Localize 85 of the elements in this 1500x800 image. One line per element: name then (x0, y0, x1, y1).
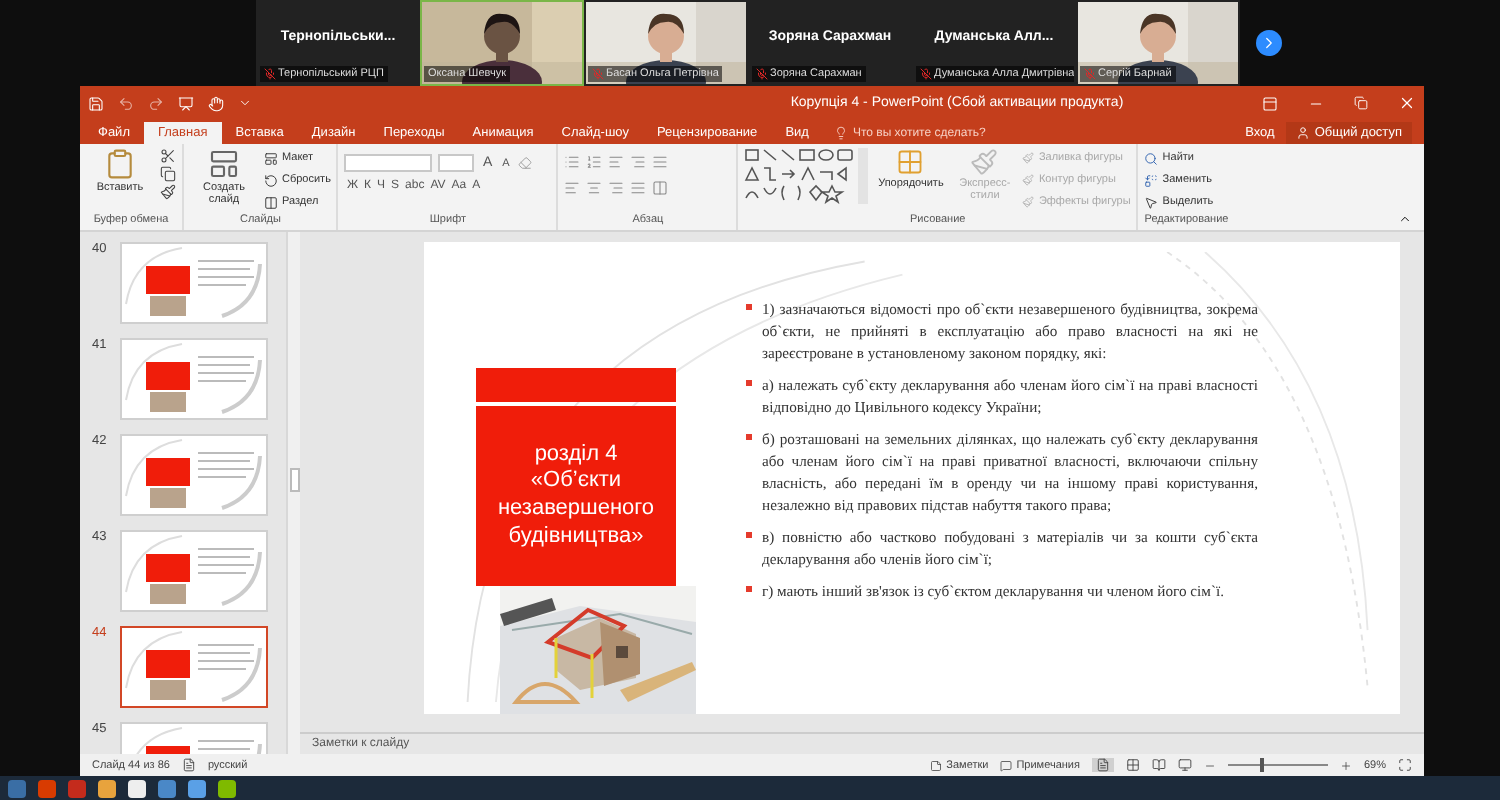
section-icon (264, 195, 278, 209)
copy-icon (160, 166, 176, 182)
presentation-button[interactable] (178, 95, 194, 111)
redo-icon (148, 95, 164, 111)
slide-thumbnail-drawing (122, 532, 264, 608)
reset-icon (264, 173, 278, 187)
fit-icon (1398, 758, 1412, 772)
paintbrush-icon (1022, 152, 1035, 164)
format-painter-button[interactable] (160, 184, 176, 200)
paintbrush-icon (1022, 196, 1035, 208)
redo-button[interactable] (148, 95, 164, 111)
font-size-field[interactable] (438, 154, 475, 172)
indent-icon (630, 154, 647, 170)
grid-icon (1125, 758, 1140, 772)
zoom-slider-thumb[interactable] (1260, 758, 1265, 772)
monitor-icon (1177, 758, 1192, 772)
undo-icon (118, 95, 134, 111)
slide-thumbnail-drawing (122, 244, 264, 320)
slideshow-button[interactable] (1177, 758, 1192, 772)
minus-icon (1203, 759, 1216, 771)
slide-layout-icon (208, 148, 240, 180)
copy-button[interactable] (160, 166, 176, 182)
slide-thumbnail-drawing (122, 628, 264, 704)
scissors-icon (160, 148, 176, 164)
align-right-icon (608, 180, 625, 196)
paintbrush-icon (160, 184, 176, 200)
ribbon-options-button[interactable] (1262, 95, 1278, 111)
bullets-icon (564, 154, 581, 170)
numbering-icon (586, 154, 603, 170)
comment-icon (1000, 759, 1013, 771)
fit-to-window-button[interactable] (1398, 758, 1412, 772)
search-icon (1144, 151, 1159, 165)
normal-view-icon (1095, 758, 1110, 772)
lightbulb-icon (834, 126, 849, 140)
slide-thumbnail[interactable] (120, 626, 268, 708)
slide-thumbnail-drawing (122, 436, 264, 512)
slide-thumbnail-drawing (122, 340, 264, 416)
pointer-icon (1144, 195, 1159, 209)
eraser-icon (517, 156, 532, 170)
shapes-gallery-drawing (744, 148, 869, 204)
touch-mode-button[interactable] (208, 95, 224, 111)
scrollbar-thumb[interactable] (290, 468, 300, 492)
align-center-icon (586, 180, 603, 196)
justify-icon (630, 180, 647, 196)
chevron-right-icon (1260, 34, 1278, 52)
book-icon (1151, 758, 1166, 772)
sorter-view-button[interactable] (1125, 758, 1140, 772)
paintbrush-icon (970, 148, 999, 176)
layout-icon (264, 151, 278, 165)
restore-button[interactable] (1354, 96, 1368, 110)
chevron-up-icon (1398, 212, 1412, 226)
bullet-icon (746, 380, 752, 386)
collapse-ribbon-button[interactable] (1398, 212, 1412, 226)
indent-icon (608, 154, 625, 170)
cut-button[interactable] (160, 148, 176, 164)
customize-button[interactable] (238, 96, 252, 110)
line-spacing-icon (652, 154, 669, 170)
align-left-icon (564, 180, 581, 196)
close-icon (1398, 94, 1416, 112)
reading-view-button[interactable] (1151, 758, 1166, 772)
normal-view-button[interactable] (1091, 758, 1114, 772)
save-icon (88, 95, 104, 111)
clipboard-icon (104, 148, 136, 180)
paintbrush-icon (1022, 174, 1035, 186)
bullet-icon (746, 586, 752, 592)
arrange-icon (896, 148, 925, 176)
bullet-icon (746, 304, 752, 310)
undo-button[interactable] (118, 95, 134, 111)
note-icon (930, 759, 943, 771)
font-name-field[interactable] (344, 154, 433, 172)
close-button[interactable] (1398, 94, 1416, 112)
bullet-icon (746, 434, 752, 440)
next-page-button[interactable] (1256, 30, 1282, 56)
person-icon (1296, 126, 1311, 140)
bullet-icon (746, 532, 752, 538)
zoom-in-button[interactable] (1339, 759, 1352, 771)
ribbon-options-icon (1262, 95, 1278, 111)
presentation-icon (178, 95, 194, 111)
restore-icon (1354, 96, 1368, 110)
chevron-down-icon (238, 96, 252, 110)
save-button[interactable] (88, 95, 104, 111)
hand-icon (208, 95, 224, 111)
plus-icon (1339, 759, 1352, 771)
columns-icon (652, 180, 669, 196)
slide-title: розділ 4 «Об’єкти незавершеного будівництва» (495, 441, 657, 551)
